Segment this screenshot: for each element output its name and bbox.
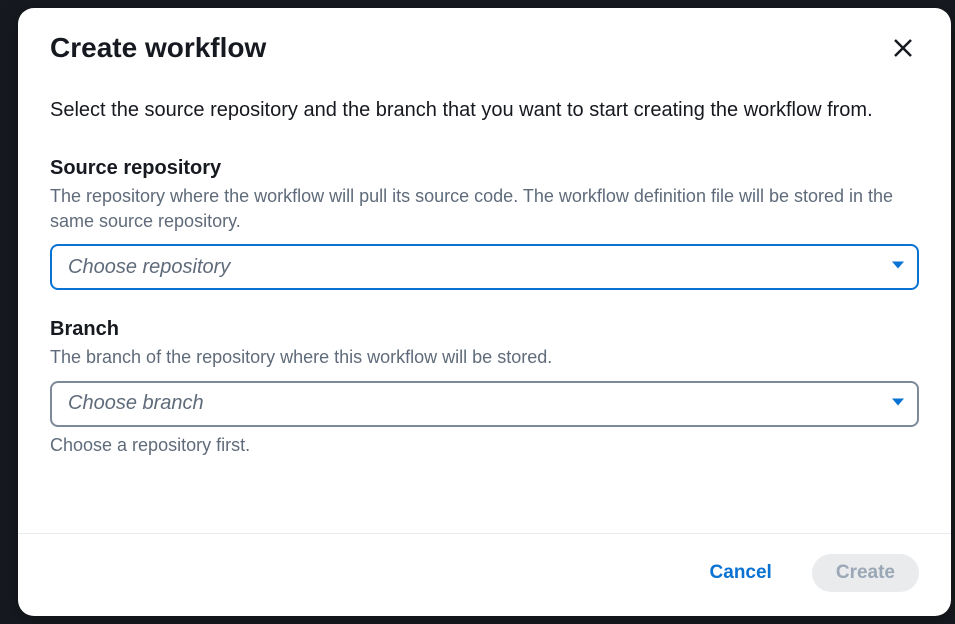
create-button[interactable]: Create xyxy=(812,554,919,592)
branch-select[interactable]: Choose branch xyxy=(50,381,919,427)
source-repository-field: Source repository The repository where t… xyxy=(50,157,919,290)
modal-title: Create workflow xyxy=(50,32,266,64)
branch-select-wrap: Choose branch xyxy=(50,381,919,427)
source-repository-help: The repository where the workflow will p… xyxy=(50,184,919,234)
source-repository-select[interactable]: Choose repository xyxy=(50,244,919,290)
source-repository-label: Source repository xyxy=(50,157,919,180)
modal-body: Select the source repository and the bra… xyxy=(18,67,951,533)
source-repository-placeholder: Choose repository xyxy=(68,256,230,279)
branch-hint: Choose a repository first. xyxy=(50,435,919,456)
branch-help: The branch of the repository where this … xyxy=(50,345,919,370)
modal-footer: Cancel Create xyxy=(18,533,951,616)
close-button[interactable] xyxy=(887,32,919,67)
close-icon xyxy=(891,48,915,63)
create-workflow-modal: Create workflow Select the source reposi… xyxy=(18,8,951,616)
branch-label: Branch xyxy=(50,318,919,341)
cancel-button[interactable]: Cancel xyxy=(686,554,796,592)
modal-header: Create workflow xyxy=(18,8,951,67)
branch-placeholder: Choose branch xyxy=(68,392,204,415)
source-repository-select-wrap: Choose repository xyxy=(50,244,919,290)
intro-text: Select the source repository and the bra… xyxy=(50,95,919,125)
branch-field: Branch The branch of the repository wher… xyxy=(50,318,919,455)
